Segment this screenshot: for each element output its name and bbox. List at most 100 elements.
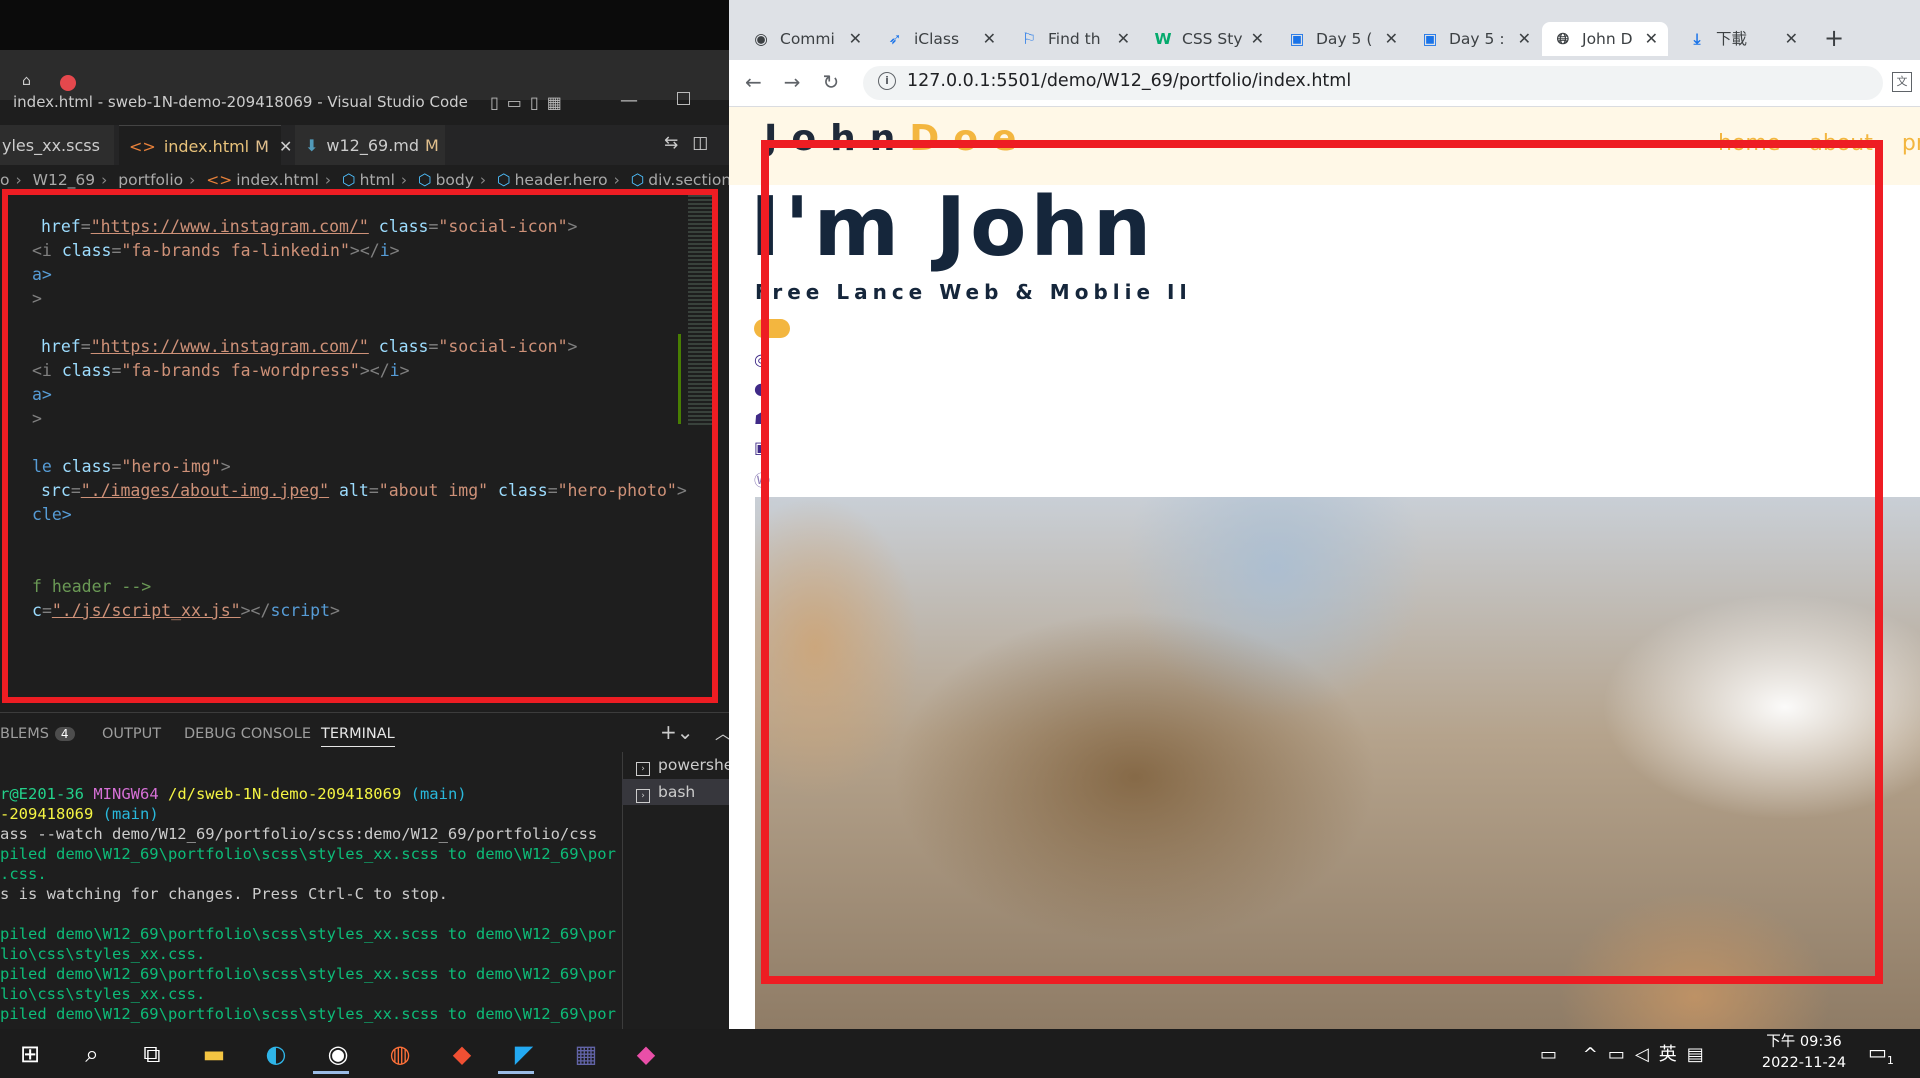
forward-icon[interactable]: → bbox=[784, 70, 823, 94]
breadcrumb-item[interactable]: html bbox=[360, 171, 395, 189]
taskbar-clock[interactable]: 下午 09:36 2022-11-24 bbox=[1756, 1032, 1852, 1074]
firefox-icon[interactable]: ◍ bbox=[384, 1040, 416, 1068]
tab-styles-scss[interactable]: yles_xx.scss bbox=[0, 125, 114, 165]
globe-icon: 🌐︎ bbox=[1556, 30, 1570, 48]
browser-tab[interactable]: W CSS Sty ✕ bbox=[1154, 22, 1264, 56]
edge-icon[interactable]: ◐ bbox=[260, 1040, 292, 1068]
start-icon[interactable]: ⊞ bbox=[14, 1040, 46, 1068]
breadcrumb-item[interactable]: header.hero bbox=[515, 171, 608, 189]
tab-label: w12_69.md bbox=[326, 136, 420, 155]
new-terminal-icon[interactable]: +⌄ bbox=[660, 720, 694, 744]
browser-tab[interactable]: ⤓ 下載 ✕ bbox=[1688, 22, 1798, 56]
terminal-output[interactable]: r@E201-36 MINGW64 /d/sweb-1N-demo-209418… bbox=[0, 785, 618, 1029]
browser-tab[interactable]: ▣ Day 5 : ✕ bbox=[1421, 22, 1531, 56]
close-icon[interactable]: ✕ bbox=[1645, 22, 1658, 56]
html-file-icon: <> bbox=[206, 171, 233, 189]
file-explorer-icon[interactable]: ▬ bbox=[198, 1040, 230, 1068]
tab-index-html[interactable]: <> index.html M ✕ bbox=[119, 125, 292, 165]
tab-problems[interactable]: BLEMS 4 bbox=[0, 726, 75, 742]
browser-tab[interactable]: ▣ Day 5 (✕ bbox=[1288, 22, 1398, 56]
tab-label: yles_xx.scss bbox=[2, 136, 100, 155]
breadcrumb-item[interactable]: portfolio bbox=[118, 171, 183, 189]
annotation-box bbox=[761, 140, 1883, 984]
problems-count-badge: 4 bbox=[54, 727, 75, 741]
tab-terminal[interactable]: TERMINAL bbox=[321, 726, 395, 747]
element-icon: ⬡ bbox=[630, 171, 645, 189]
back-icon[interactable]: ← bbox=[745, 70, 784, 94]
split-editor-icon[interactable]: ◫ bbox=[692, 133, 722, 153]
vscode-top-strip bbox=[0, 0, 729, 50]
html-file-icon: <> bbox=[129, 137, 156, 156]
close-icon[interactable]: ✕ bbox=[1518, 22, 1531, 56]
notification-icon[interactable]: ▭1 bbox=[1868, 1040, 1894, 1067]
element-icon: ⬡ bbox=[342, 171, 356, 189]
record-icon[interactable] bbox=[60, 75, 76, 91]
markdown-file-icon: ⬇ bbox=[305, 136, 319, 155]
close-icon[interactable]: ✕ bbox=[1251, 22, 1264, 56]
close-icon[interactable]: ✕ bbox=[983, 22, 996, 56]
info-icon[interactable]: i bbox=[878, 72, 896, 90]
close-icon[interactable]: ✕ bbox=[1385, 22, 1398, 56]
ime-indicator[interactable]: 英 bbox=[1659, 1044, 1687, 1065]
github-icon: ◉ bbox=[754, 30, 768, 48]
volume-muted-icon[interactable]: ◁ bbox=[1635, 1044, 1659, 1065]
vscode-icon[interactable]: ◤ bbox=[508, 1040, 540, 1068]
download-icon: ⤓ bbox=[1693, 30, 1701, 48]
terminal-line: piled demo\W12_69\portfolio\scss\styles_… bbox=[0, 845, 616, 863]
editor-tabs: yles_xx.scss <> index.html M ✕ ⬇ w12_69.md M bbox=[0, 125, 729, 165]
translate-icon[interactable]: 文 bbox=[1892, 72, 1912, 92]
minimize-icon[interactable]: — bbox=[620, 90, 638, 111]
chevron-up-icon[interactable]: ^ bbox=[1583, 1044, 1608, 1065]
browser-tab-active[interactable]: 🌐︎ John D ✕ bbox=[1542, 22, 1668, 56]
ithelp-icon: ▣ bbox=[1289, 30, 1305, 48]
terminal-icon: › bbox=[636, 789, 650, 803]
git-icon[interactable]: ◆ bbox=[446, 1040, 478, 1068]
reload-icon[interactable]: ↻ bbox=[823, 70, 862, 94]
teams-icon[interactable]: ▦ bbox=[570, 1040, 602, 1068]
terminal-line: lio\css\styles_xx.css. bbox=[0, 985, 206, 1003]
browser-tab[interactable]: ⚐ Find th ✕ bbox=[1020, 22, 1130, 56]
url-text[interactable]: 127.0.0.1:5501/demo/W12_69/portfolio/ind… bbox=[907, 71, 1351, 91]
network-icon[interactable]: ▭ bbox=[1608, 1044, 1635, 1065]
browser-tab[interactable]: ◉ Commi ✕ bbox=[752, 22, 862, 56]
window-title: index.html - sweb-1N-demo-209418069 - Vi… bbox=[13, 93, 468, 111]
task-view-icon[interactable]: ⧉ bbox=[136, 1040, 168, 1068]
browser-tab[interactable]: ➶ iClass ✕ bbox=[886, 22, 997, 56]
terminal-line: r@E201-36 MINGW64 /d/sweb-1N-demo-209418… bbox=[0, 785, 467, 803]
chrome-icon[interactable]: ◉ bbox=[322, 1040, 354, 1068]
breadcrumb-item[interactable]: index.html bbox=[236, 171, 319, 189]
close-icon[interactable]: ✕ bbox=[1785, 22, 1798, 56]
new-tab-button[interactable]: + bbox=[1824, 24, 1844, 52]
terminal-item-powershell[interactable]: › powershe bbox=[622, 752, 733, 778]
close-icon[interactable]: ✕ bbox=[849, 22, 862, 56]
tab-debug-console[interactable]: DEBUG CONSOLE bbox=[184, 726, 311, 742]
tab-output[interactable]: OUTPUT bbox=[102, 726, 161, 742]
app-icon[interactable]: ◆ bbox=[630, 1040, 662, 1068]
keyboard-icon[interactable]: ▭ bbox=[1540, 1044, 1567, 1065]
breadcrumb-item[interactable]: o bbox=[0, 171, 9, 189]
search-icon[interactable]: ⌕ bbox=[76, 1040, 108, 1068]
element-icon: ⬡ bbox=[497, 171, 511, 189]
terminal-line: piled demo\W12_69\portfolio\scss\styles_… bbox=[0, 925, 616, 943]
close-icon[interactable]: ✕ bbox=[1117, 22, 1130, 56]
layout-toggle-icons[interactable]: ▯▭▯▦ bbox=[490, 93, 570, 112]
close-icon[interactable]: ✕ bbox=[279, 137, 292, 156]
annotation-box bbox=[2, 189, 718, 703]
nav-link-projects[interactable]: proj bbox=[1902, 131, 1920, 156]
maximize-icon[interactable] bbox=[677, 92, 690, 105]
ime-mode-icon[interactable]: ▤ bbox=[1687, 1044, 1714, 1065]
system-tray: ▭ ^▭◁英▤ bbox=[1540, 1040, 1714, 1066]
tab-w12-md[interactable]: ⬇ w12_69.md M bbox=[295, 125, 445, 165]
terminal-line: lio\css\styles_xx.css. bbox=[0, 945, 206, 963]
terminal-icon: › bbox=[636, 762, 650, 776]
terminal-list: › powershe › bash bbox=[622, 752, 733, 829]
editor-actions[interactable]: ⇆◫ bbox=[664, 133, 722, 153]
terminal-line: s is watching for changes. Press Ctrl-C … bbox=[0, 885, 448, 903]
tab-label: index.html bbox=[163, 137, 250, 156]
breadcrumb-item[interactable]: W12_69 bbox=[33, 171, 96, 189]
vscode-menu-icon[interactable]: ⌂ bbox=[22, 73, 31, 89]
terminal-item-bash[interactable]: › bash bbox=[622, 779, 729, 805]
nav-buttons: ←→↻ bbox=[745, 70, 861, 94]
compare-changes-icon[interactable]: ⇆ bbox=[664, 133, 692, 153]
breadcrumb-item[interactable]: body bbox=[436, 171, 474, 189]
